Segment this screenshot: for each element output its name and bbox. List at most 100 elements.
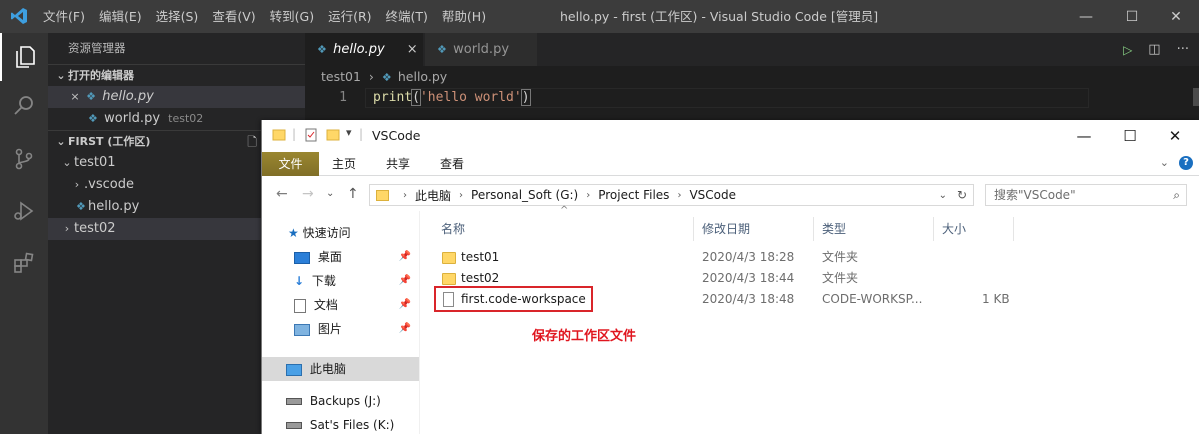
editor-tabs: ❖ hello.py × ❖ world.py ▷ ◫ ··· [305,33,1199,66]
pin-icon[interactable]: 📌 [399,293,411,317]
source-control-icon[interactable] [0,135,48,183]
search-input[interactable]: 搜索"VSCode" ⌕ [985,184,1187,206]
scrollbar[interactable] [1193,88,1199,106]
tree-item-label: .vscode [84,177,134,192]
open-editors-header[interactable]: ⌄ 打开的编辑器 [48,64,305,86]
nav-desktop[interactable]: 桌面 📌 [262,245,419,269]
tab-hello[interactable]: ❖ hello.py × [305,33,423,66]
file-row[interactable]: test01 2020/4/3 18:28 文件夹 [435,247,1195,268]
line-number: 1 [339,90,347,105]
nav-sats-files-drive[interactable]: Sat's Files (K:) [262,413,419,434]
python-file-icon: ❖ [437,43,447,56]
explorer-icon[interactable] [0,33,48,81]
menu-file[interactable]: 文件(F) [36,0,92,33]
menu-view[interactable]: 查看(V) [205,0,262,33]
address-segment[interactable]: VSCode [689,188,736,202]
pin-icon[interactable]: 📌 [399,245,411,269]
explorer-titlebar: | ▾ | VSCode — ☐ ✕ [262,120,1199,152]
tab-label: hello.py [333,42,385,57]
address-segment[interactable]: Personal_Soft (G:) [471,188,578,202]
ribbon-tab-share[interactable]: 共享 [376,152,420,176]
address-segment[interactable]: 此电脑 [415,187,451,204]
code-paren-open: ( [411,89,421,106]
tab-world[interactable]: ❖ world.py [425,33,537,66]
vscode-titlebar: 文件(F) 编辑(E) 选择(S) 查看(V) 转到(G) 运行(R) 终端(T… [0,0,1199,33]
menu-run[interactable]: 运行(R) [321,0,378,33]
nav-label: Backups (J:) [309,394,381,408]
customize-toolbar-icon[interactable]: ▾ [346,126,352,139]
nav-this-pc[interactable]: 此电脑 [262,357,419,381]
address-segment[interactable]: Project Files [598,188,669,202]
new-file-icon[interactable]: 🗋 [247,131,257,153]
run-debug-icon[interactable] [0,187,48,235]
pin-icon[interactable]: 📌 [399,269,411,293]
file-type: CODE-WORKSP... [822,292,923,306]
chevron-right-icon: › [677,189,682,201]
open-editors-label: 打开的编辑器 [68,69,134,82]
folder-icon [442,273,456,285]
menu-edit[interactable]: 编辑(E) [92,0,149,33]
menu-go[interactable]: 转到(G) [263,0,321,33]
minimize-button[interactable]: — [1063,0,1109,33]
search-icon[interactable] [0,81,48,129]
search-icon[interactable]: ⌕ [1173,185,1180,205]
split-editor-icon[interactable]: ◫ [1148,42,1160,57]
column-date[interactable]: 修改日期 [694,217,814,241]
menu-terminal[interactable]: 终端(T) [379,0,435,33]
more-actions-icon[interactable]: ··· [1177,42,1189,57]
nav-quick-access[interactable]: ★ 快速访问 [262,221,419,245]
nav-label: 图片 [317,322,342,336]
breadcrumb-folder[interactable]: test01 [321,69,361,84]
column-type[interactable]: 类型 [814,217,934,241]
nav-downloads[interactable]: ↓ 下载 📌 [262,269,419,293]
up-arrow-icon[interactable]: ↑ [347,177,359,211]
address-bar[interactable]: › 此电脑 › Personal_Soft (G:) › Project Fil… [369,184,974,206]
close-icon[interactable]: × [407,42,418,57]
editor-actions: ▷ ◫ ··· [1123,33,1199,66]
close-window-button[interactable]: ✕ [1153,0,1199,33]
open-editor-hello[interactable]: × ❖ hello.py [48,86,305,108]
desktop-icon [294,251,310,264]
separator: | [359,127,364,141]
chevron-down-icon[interactable]: ⌄ [939,190,947,201]
search-placeholder: 搜索"VSCode" [994,188,1076,202]
nav-backups-drive[interactable]: Backups (J:) [262,389,419,413]
close-window-button[interactable]: ✕ [1152,120,1198,152]
navigation-pane: ★ 快速访问 桌面 📌 ↓ 下载 📌 文档 📌 图片 📌 此电脑 Backups… [262,211,420,434]
python-file-icon: ❖ [86,90,97,103]
code-line[interactable]: print('hello world') [373,88,531,108]
menu-selection[interactable]: 选择(S) [149,0,206,33]
column-name[interactable]: 名称 [433,217,694,241]
file-list: ^ 名称 修改日期 类型 大小 test01 2020/4/3 18:28 文件… [421,205,1199,434]
menu-help[interactable]: 帮助(H) [435,0,493,33]
column-size[interactable]: 大小 [934,217,1014,241]
ribbon-tab-file[interactable]: 文件 [262,152,319,176]
folder-icon [442,252,456,264]
menu-bar: 文件(F) 编辑(E) 选择(S) 查看(V) 转到(G) 运行(R) 终端(T… [36,0,493,33]
close-icon[interactable]: × [68,86,82,108]
recent-locations-icon[interactable]: ⌄ [326,177,334,211]
nav-documents[interactable]: 文档 📌 [262,293,419,317]
maximize-button[interactable]: ☐ [1109,0,1155,33]
chevron-down-icon[interactable]: ⌄ [1160,156,1169,169]
breadcrumb-file[interactable]: hello.py [398,69,447,84]
properties-icon[interactable] [304,128,318,142]
run-icon[interactable]: ▷ [1123,43,1132,57]
refresh-icon[interactable]: ↻ [957,188,967,202]
extensions-icon[interactable] [0,239,48,287]
folder-icon [376,189,389,201]
help-icon[interactable]: ? [1179,156,1193,170]
drive-icon [286,398,302,405]
back-arrow-icon[interactable]: ← [276,177,288,211]
new-folder-icon[interactable] [326,128,340,142]
maximize-button[interactable]: ☐ [1107,120,1153,152]
nav-pictures[interactable]: 图片 📌 [262,317,419,341]
ribbon-tab-view[interactable]: 查看 [430,152,474,176]
forward-arrow-icon[interactable]: → [302,177,314,211]
pin-icon[interactable]: 📌 [399,317,411,341]
chevron-right-icon: › [586,189,591,201]
breadcrumb: test01 › ❖ hello.py [305,66,1199,88]
minimize-button[interactable]: — [1061,120,1107,152]
document-icon [294,298,306,313]
ribbon-tab-home[interactable]: 主页 [322,152,366,176]
